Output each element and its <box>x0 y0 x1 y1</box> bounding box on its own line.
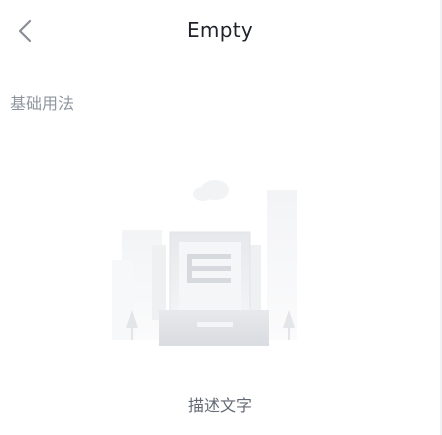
empty-state: 描述文字 <box>0 160 440 430</box>
page: Empty 基础用法 描述文字 <box>0 0 442 435</box>
empty-document-illustration <box>112 180 297 346</box>
page-title: Empty <box>187 18 253 42</box>
navbar: Empty <box>0 0 440 62</box>
section-title: 基础用法 <box>10 94 75 113</box>
empty-description: 描述文字 <box>187 396 252 415</box>
